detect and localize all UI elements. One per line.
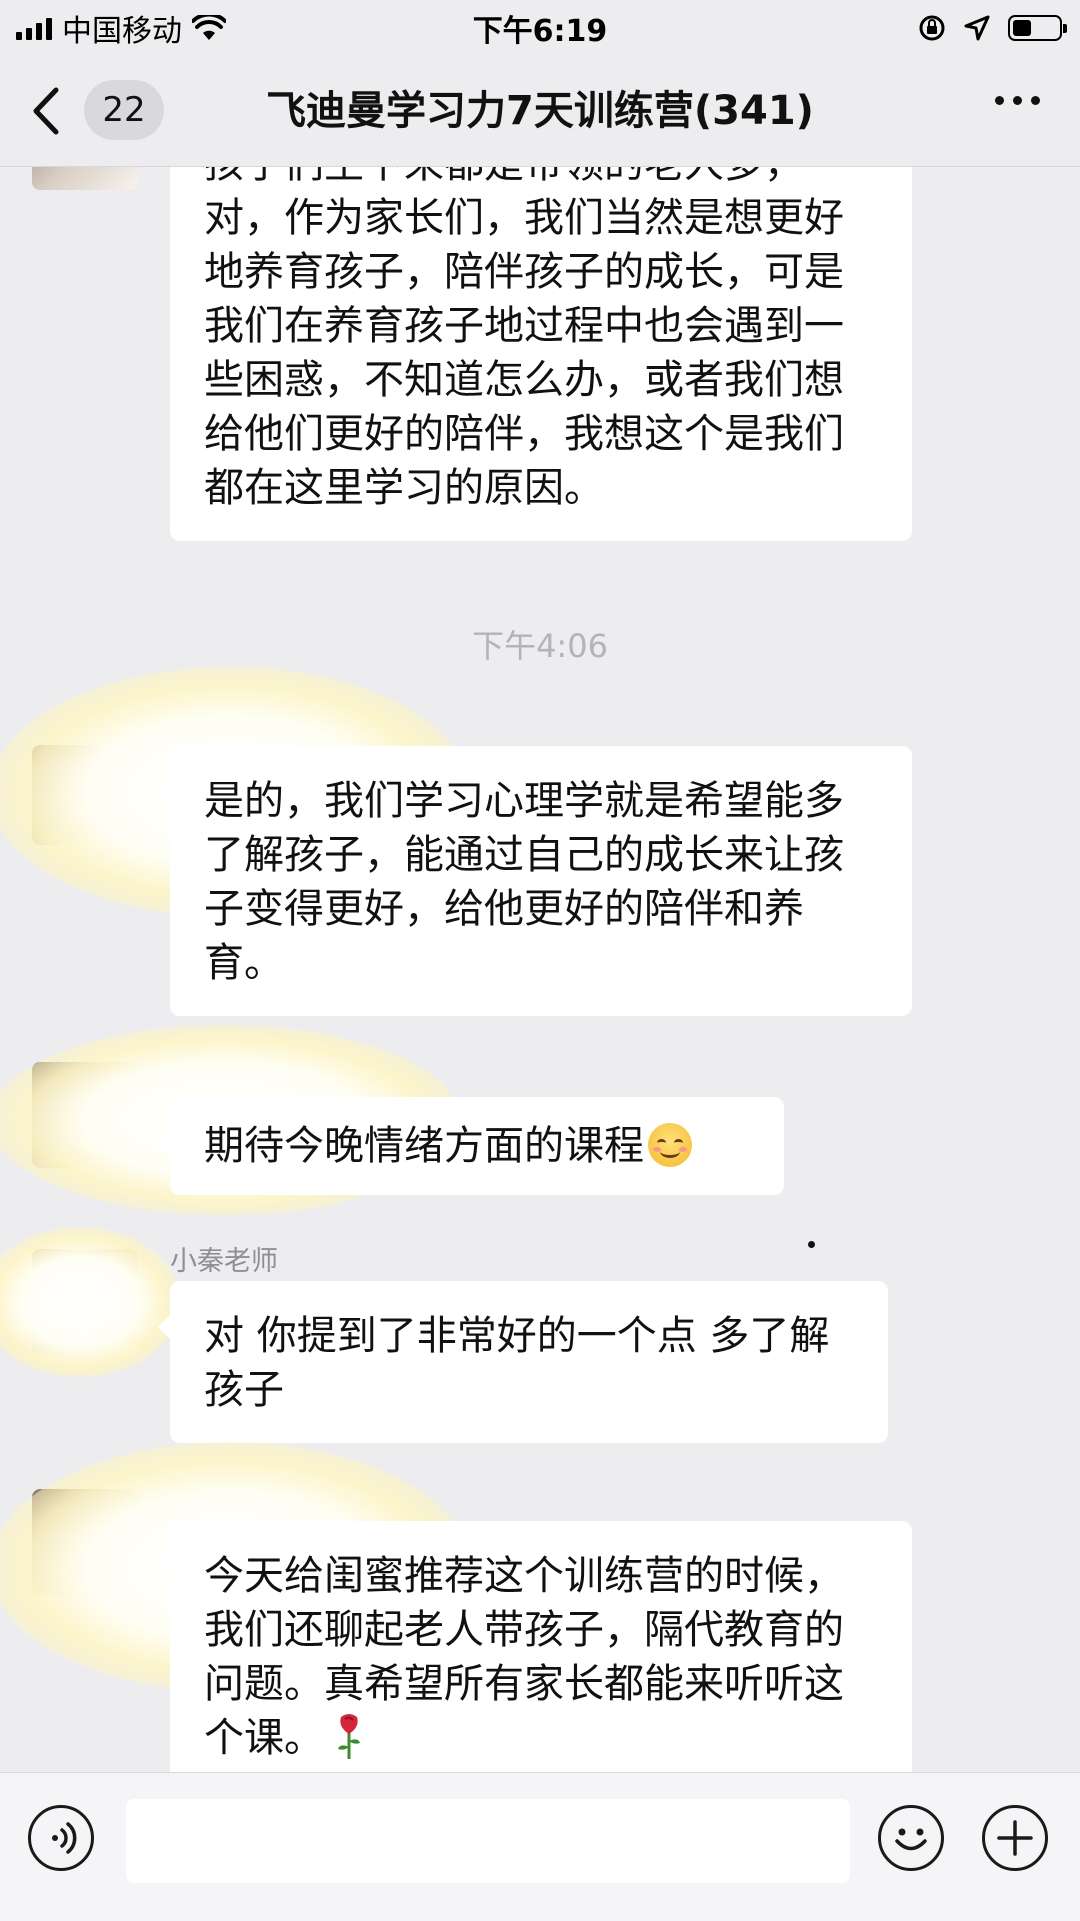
emoji-face-icon — [895, 1828, 927, 1851]
emoji-button[interactable] — [878, 1805, 944, 1871]
message-bubble[interactable]: 是的，我们学习心理学就是希望能多了解孩子，能通过自己的成长来让孩子变得更好，给他… — [158, 746, 912, 1016]
back-button[interactable] — [30, 78, 90, 144]
wifi-icon — [192, 15, 226, 40]
status-left: 中国移动 — [0, 6, 226, 50]
message-list[interactable]: 孩子们生下来都是带领的老人多，对，作为家长们，我们当然是想更好地养育孩子，陪伴孩… — [0, 167, 1080, 1772]
more-dots-icon — [995, 96, 1004, 105]
chat-title: 飞迪曼学习力7天训练营(341) — [266, 88, 814, 134]
message-input[interactable] — [126, 1799, 850, 1883]
message-bubble[interactable]: 对 你提到了非常好的一个点 多了解孩子 — [158, 1281, 888, 1443]
plus-icon — [997, 1820, 1033, 1856]
message-timestamp: 下午4:06 — [472, 627, 608, 665]
smiling-face-emoji — [648, 1123, 692, 1167]
unread-count-badge[interactable]: 22 — [84, 80, 164, 140]
message-text: 期待今晚情绪方面的课程 — [204, 1123, 644, 1169]
more-functions-button[interactable] — [982, 1805, 1048, 1871]
message-text: 是的，我们学习心理学就是希望能多了解孩子，能通过自己的成长来让孩子变得更好，给他… — [204, 778, 844, 986]
cellular-signal-icon — [16, 16, 52, 40]
rose-emoji — [338, 1714, 360, 1759]
voice-input-icon — [52, 1822, 77, 1854]
chevron-left-icon — [33, 87, 59, 135]
battery-icon — [1008, 15, 1067, 41]
message-text: 孩子们生下来都是带领的老人多，对，作为家长们，我们当然是想更好地养育孩子，陪伴孩… — [204, 167, 844, 511]
message-text: 对 你提到了非常好的一个点 多了解孩子 — [204, 1313, 830, 1413]
status-bar: 中国移动 下午6:19 — [0, 0, 1080, 56]
location-arrow-icon — [964, 15, 990, 41]
voice-input-button[interactable] — [28, 1805, 94, 1871]
redaction-blur — [0, 1227, 180, 1377]
chat-header: 22 飞迪曼学习力7天训练营(341) — [0, 56, 1080, 167]
message-bubble[interactable]: 今天给闺蜜推荐这个训练营的时候，我们还聊起老人带孩子，隔代教育的问题。真希望所有… — [158, 1521, 912, 1772]
input-toolbar — [0, 1772, 1080, 1921]
more-button[interactable] — [995, 96, 1040, 105]
stray-dot — [808, 1241, 815, 1248]
message-bubble[interactable]: 孩子们生下来都是带领的老人多，对，作为家长们，我们当然是想更好地养育孩子，陪伴孩… — [170, 167, 912, 541]
avatar[interactable] — [32, 167, 138, 190]
message-bubble[interactable]: 期待今晚情绪方面的课程 — [158, 1097, 784, 1195]
carrier-label: 中国移动 — [62, 14, 182, 49]
message-text: 今天给闺蜜推荐这个训练营的时候，我们还聊起老人带孩子，隔代教育的问题。真希望所有… — [204, 1553, 844, 1761]
orientation-lock-icon — [919, 15, 945, 41]
sender-name: 小秦老师 — [170, 1246, 278, 1277]
status-right — [918, 14, 1080, 42]
